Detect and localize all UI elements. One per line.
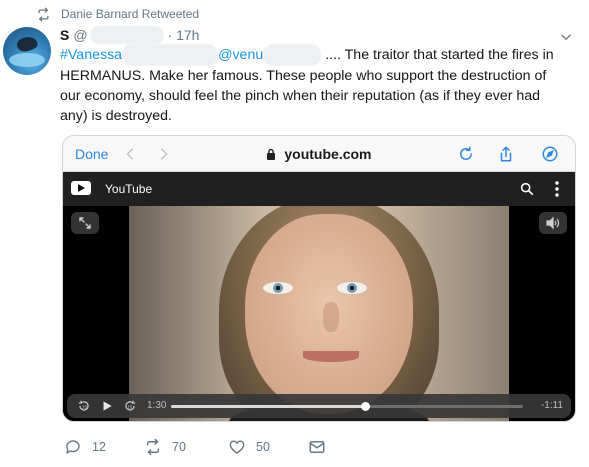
time-remaining: -1:11 bbox=[540, 400, 563, 411]
reply-icon bbox=[66, 440, 80, 454]
video-subject-mouth bbox=[303, 351, 359, 362]
video-player[interactable]: 15 15 1:30 -1:11 bbox=[63, 206, 575, 421]
video-subject-eye bbox=[337, 282, 367, 294]
redacted-hashtag bbox=[122, 44, 219, 66]
youtube-logo-icon[interactable] bbox=[71, 181, 91, 195]
retweet-button[interactable]: 70 bbox=[144, 437, 186, 457]
progress-knob[interactable] bbox=[360, 402, 370, 411]
lock-icon bbox=[267, 148, 276, 160]
author-name[interactable]: S bbox=[60, 27, 69, 43]
compass-icon[interactable] bbox=[541, 145, 559, 163]
fullscreen-button[interactable] bbox=[71, 212, 99, 234]
retweet-context: Danie Barnard Retweeted bbox=[36, 6, 199, 22]
retweet-icon bbox=[147, 438, 159, 456]
media-card[interactable]: Done youtube.com YouTube 15 15 1:30 -1:1… bbox=[62, 135, 576, 422]
chevron-down-icon[interactable] bbox=[559, 30, 573, 44]
author-handle[interactable]: @ bbox=[73, 27, 87, 43]
play-icon[interactable] bbox=[100, 399, 114, 413]
more-vert-icon[interactable] bbox=[555, 181, 559, 197]
reply-button[interactable]: 12 bbox=[64, 437, 106, 457]
like-count: 50 bbox=[256, 440, 270, 454]
progress-scrubber[interactable] bbox=[171, 402, 523, 411]
video-frame bbox=[129, 206, 509, 421]
video-subject-eye bbox=[263, 282, 293, 294]
youtube-title: YouTube bbox=[105, 182, 153, 196]
retweet-context-text: Danie Barnard Retweeted bbox=[61, 7, 200, 21]
direct-message-button[interactable] bbox=[308, 437, 336, 457]
retweet-icon bbox=[38, 7, 49, 21]
envelope-icon bbox=[309, 441, 325, 453]
redacted-handle bbox=[89, 26, 164, 44]
redacted-mention bbox=[263, 44, 322, 66]
video-subject-nose bbox=[323, 302, 339, 332]
hashtag-link[interactable]: #Vanessa bbox=[60, 47, 122, 63]
volume-icon bbox=[546, 216, 560, 230]
safari-toolbar: Done youtube.com bbox=[63, 136, 575, 172]
tweet-header: S @ · 17h bbox=[60, 26, 199, 44]
svg-text:15: 15 bbox=[128, 404, 133, 409]
share-icon[interactable] bbox=[497, 145, 515, 163]
playback-controls: 15 15 1:30 -1:11 bbox=[67, 394, 571, 418]
tweet-timestamp[interactable]: · 17h bbox=[168, 27, 200, 43]
tweet-body: HERMANUS. Make her famous. These people … bbox=[60, 68, 547, 124]
tweet-body-first-line: .... The traitor that started the fires … bbox=[325, 46, 554, 63]
reply-count: 12 bbox=[92, 440, 106, 454]
url-text: youtube.com bbox=[284, 145, 372, 162]
time-elapsed: 1:30 bbox=[147, 400, 167, 411]
skip-forward-icon[interactable]: 15 bbox=[123, 399, 137, 413]
expand-icon bbox=[79, 217, 91, 229]
retweet-count: 70 bbox=[172, 440, 186, 454]
like-button[interactable]: 50 bbox=[228, 437, 270, 457]
mention-link[interactable]: @venu bbox=[218, 47, 263, 63]
volume-button[interactable] bbox=[539, 212, 567, 234]
youtube-topbar: YouTube bbox=[63, 172, 575, 206]
reload-icon[interactable] bbox=[457, 145, 475, 163]
search-icon[interactable] bbox=[519, 181, 535, 197]
heart-icon bbox=[229, 440, 245, 454]
avatar[interactable] bbox=[3, 27, 51, 75]
tweet-text: #Vanessa @venu .... The traitor that star… bbox=[60, 44, 560, 126]
svg-text:15: 15 bbox=[82, 404, 87, 409]
skip-back-icon[interactable]: 15 bbox=[77, 399, 91, 413]
progress-fill bbox=[171, 405, 365, 408]
youtube-embed[interactable]: YouTube 15 15 1:30 -1:11 bbox=[63, 172, 575, 421]
